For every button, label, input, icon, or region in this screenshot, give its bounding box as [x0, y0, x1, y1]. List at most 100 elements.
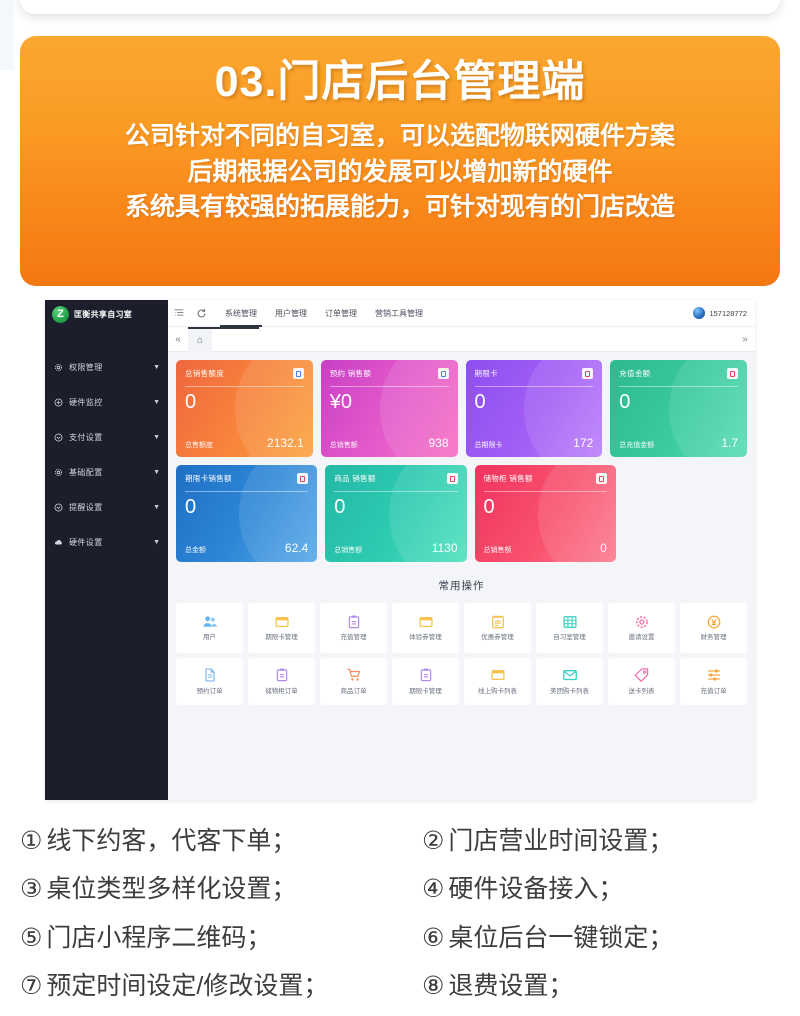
sidebar-item-hardware-monitor[interactable]: 硬件监控 ▼ — [45, 385, 168, 420]
op-tile-invite-settings[interactable]: 邀请设置 — [608, 603, 675, 653]
collapse-left-icon[interactable]: « — [168, 334, 188, 345]
sidebar-item-label: 支付设置 — [69, 433, 103, 442]
row2-empty-slot — [624, 465, 747, 562]
bullet-number: ⑤ — [20, 923, 43, 952]
card-footer-label: 总金额 — [185, 547, 206, 554]
section-banner: 03.门店后台管理端 公司针对不同的自习室，可以选配物联网硬件方案 后期根据公司… — [20, 36, 780, 286]
stat-card-reservation-sales[interactable]: 预约 销售额 ¥0 总销售额 938 — [320, 360, 458, 457]
tab-system-management[interactable]: 系统管理 — [216, 300, 266, 327]
card-title: 商品 销售额 — [334, 474, 376, 483]
card-footer: 总销售额 938 — [330, 436, 449, 450]
bullet-text: 硬件设备接入； — [448, 875, 624, 904]
bullet-text: 门店营业时间设置； — [448, 827, 674, 855]
stat-card-locker-sales[interactable]: 储物柜 销售额 0 总销售额 0 — [474, 465, 616, 562]
card-title: 充值金额 — [619, 369, 651, 378]
target-icon — [54, 503, 63, 512]
chevron-down-icon: ▼ — [153, 434, 160, 441]
refresh-icon[interactable] — [190, 308, 212, 319]
op-tile-study-room-management[interactable]: 自习室管理 — [536, 603, 603, 653]
op-tile-term-card-management-2[interactable]: 期限卡管理 — [392, 658, 459, 705]
op-label: 充值管理 — [340, 634, 367, 642]
bullet-number: ⑧ — [422, 971, 445, 1000]
previous-card-sliver — [20, 0, 780, 14]
card-footer-value: 938 — [428, 436, 449, 450]
cloud-icon — [54, 538, 63, 547]
card-footer: 总期限卡 172 — [475, 436, 594, 450]
op-tile-discount-coupon-management[interactable]: 优惠券管理 — [464, 603, 531, 653]
op-tile-trial-coupon-management[interactable]: 体验券管理 — [392, 603, 459, 653]
grid-icon — [561, 613, 578, 630]
sidebar-item-hardware-settings[interactable]: 硬件设置 ▼ — [45, 525, 168, 560]
bullet-number: ⑥ — [422, 923, 445, 952]
banner-subtitle-line-1: 公司针对不同的自习室，可以选配物联网硬件方案 — [124, 122, 675, 151]
yen-circle-icon — [705, 613, 722, 630]
chevron-down-icon: ▼ — [153, 539, 160, 546]
card-footer-value: 172 — [573, 436, 594, 450]
topbar-account[interactable]: 157128772 — [693, 307, 755, 319]
sidebar-item-basic-config[interactable]: 基础配置 ▼ — [45, 455, 168, 490]
op-tile-recharge-orders[interactable]: 充值订单 — [680, 658, 747, 705]
sidebar-item-permissions[interactable]: 权限管理 ▼ — [45, 350, 168, 385]
mail-icon — [561, 667, 578, 684]
target-icon — [54, 398, 63, 407]
gear-icon — [54, 468, 63, 477]
card-rule — [483, 491, 607, 492]
dashboard-content: 总销售额度 0 总售额度 2132.1 预约 销售额 ¥0 总销售额 938 期… — [168, 352, 755, 800]
chevron-down-icon: ▼ — [153, 504, 160, 511]
bullet-number: ② — [422, 827, 445, 855]
bullet-number: ④ — [422, 875, 445, 904]
stat-card-total-sales-quota[interactable]: 总销售额度 0 总售额度 2132.1 — [176, 360, 313, 457]
card-title: 总销售额度 — [185, 369, 224, 378]
op-tile-meituan-card-purchase-list[interactable]: 美团购卡列表 — [536, 658, 603, 705]
gear-icon — [633, 613, 650, 630]
sidebar: Z 匡衡共享自习室 权限管理 ▼ 硬件监控 ▼ 支付设置 ▼ 基础配置 ▼ 提醒… — [45, 300, 168, 800]
list-menu-icon[interactable] — [168, 308, 190, 318]
stat-card-term-card[interactable]: 期限卡 0 总期限卡 172 — [465, 360, 603, 457]
sidebar-menu: 权限管理 ▼ 硬件监控 ▼ 支付设置 ▼ 基础配置 ▼ 提醒设置 ▼ 硬件设置 … — [45, 350, 168, 560]
op-label: 商品订单 — [340, 687, 367, 695]
op-tile-locker-orders[interactable]: 储物柜订单 — [248, 658, 315, 705]
stat-card-product-sales[interactable]: 商品 销售额 0 总销售额 1130 — [325, 465, 467, 562]
brand: Z 匡衡共享自习室 — [45, 300, 168, 328]
stat-card-term-card-sales[interactable]: 期限卡销售额 0 总金额 62.4 — [176, 465, 318, 562]
home-tab-icon[interactable]: ⌂ — [188, 326, 212, 352]
op-tile-online-card-purchase-list[interactable]: 线上购卡列表 — [464, 658, 531, 705]
stat-card-row-1: 总销售额度 0 总售额度 2132.1 预约 销售额 ¥0 总销售额 938 期… — [176, 360, 747, 457]
op-label: 优惠券管理 — [481, 634, 514, 642]
tag-icon — [633, 667, 650, 684]
topbar: 系统管理 用户管理 订单管理 营销工具管理 157128772 — [168, 300, 755, 327]
op-tile-gift-card-list[interactable]: 送卡列表 — [608, 658, 675, 705]
op-tile-recharge-management[interactable]: 充值管理 — [320, 603, 387, 653]
op-tile-finance-management[interactable]: 财务管理 — [680, 603, 747, 653]
sidebar-item-reminder-settings[interactable]: 提醒设置 ▼ — [45, 490, 168, 525]
tab-order-management[interactable]: 订单管理 — [316, 300, 366, 327]
card-rule — [185, 491, 309, 492]
sidebar-item-label: 权限管理 — [69, 363, 103, 372]
op-tile-users[interactable]: 用户 — [176, 603, 243, 653]
op-label: 邀请设置 — [628, 634, 655, 642]
sidebar-item-payment-settings[interactable]: 支付设置 ▼ — [45, 420, 168, 455]
clipboard-icon — [345, 613, 362, 630]
expand-right-icon[interactable]: » — [735, 334, 755, 345]
op-tile-reservation-orders[interactable]: 预约订单 — [176, 658, 243, 705]
admin-dashboard-screenshot: Z 匡衡共享自习室 权限管理 ▼ 硬件监控 ▼ 支付设置 ▼ 基础配置 ▼ 提醒… — [45, 300, 755, 800]
sliders-icon — [705, 667, 722, 684]
card-footer-label: 总期限卡 — [474, 442, 503, 449]
tab-marketing-tools-management[interactable]: 营销工具管理 — [366, 300, 432, 327]
sidebar-item-label: 提醒设置 — [69, 503, 103, 512]
sidebar-item-label: 硬件设置 — [69, 538, 103, 547]
op-tile-term-card-management[interactable]: 期限卡管理 — [248, 603, 315, 653]
stat-card-recharge-amount[interactable]: 充值金额 0 总充值金额 1.7 — [610, 360, 747, 457]
op-tile-product-orders[interactable]: 商品订单 — [320, 658, 387, 705]
banner-title: 03.门店后台管理端 — [214, 58, 586, 106]
card-rule — [334, 491, 458, 492]
op-label: 财务管理 — [700, 634, 727, 642]
op-label: 送卡列表 — [628, 687, 655, 695]
op-label: 线上购卡列表 — [478, 687, 517, 695]
card-rule — [619, 386, 738, 387]
tab-user-management[interactable]: 用户管理 — [266, 300, 316, 327]
common-operations-grid-row-2: 预约订单 储物柜订单 商品订单 期限卡管理 线上购卡列表 美团购卡列表 送卡列表… — [176, 658, 747, 705]
card-title: 期限卡销售额 — [185, 474, 232, 483]
bullet-text: 退费设置； — [448, 971, 574, 1000]
card-title: 储物柜 销售额 — [483, 474, 533, 483]
